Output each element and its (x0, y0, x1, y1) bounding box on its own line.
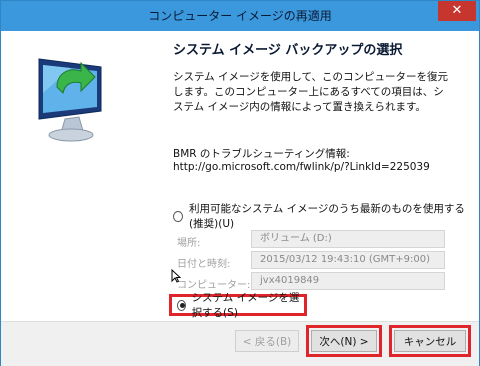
computer-field: jvx4019849 (251, 272, 445, 290)
system-image-restore-icon (38, 58, 102, 142)
close-button[interactable]: ✕ (438, 1, 476, 21)
page-description: システム イメージを使用して、このコンピューターを復元します。このコンピューター… (173, 71, 448, 113)
location-label: 場所: (177, 238, 201, 249)
datetime-label: 日付と時刻: (177, 259, 231, 270)
use-latest-image-label: 利用可能なシステム イメージのうち最新のものを使用する (推奨)(U) (189, 203, 465, 230)
restore-wizard-window: コンピューター イメージの再適用 ✕ システム イメージ バックアップの選択 シ… (0, 0, 480, 366)
radio-unselected[interactable] (173, 210, 184, 222)
window-title: コンピューター イメージの再適用 (148, 9, 332, 23)
use-latest-image-option[interactable]: 利用可能なシステム イメージのうち最新のものを使用する (推奨)(U) (173, 201, 479, 231)
next-button-highlight (306, 325, 382, 357)
bmr-label: BMR のトラブルシューティング情報: (173, 148, 350, 160)
computer-label: コンピューター: (177, 280, 251, 291)
datetime-field: 2015/03/12 19:43:10 (GMT+9:00) (251, 251, 445, 269)
back-button[interactable]: < 戻る(B) (235, 330, 299, 352)
bmr-url: http://go.microsoft.com/fwlink/p/?LinkId… (173, 161, 430, 173)
radio-selected[interactable] (177, 299, 186, 311)
title-bar[interactable]: コンピューター イメージの再適用 ✕ (1, 1, 479, 31)
page-heading: システム イメージ バックアップの選択 (173, 43, 403, 58)
mouse-cursor-icon (171, 269, 181, 283)
location-field: ボリューム (D:) (251, 230, 445, 248)
cancel-button-highlight (389, 325, 471, 357)
select-image-label: システム イメージを選択する(S) (191, 292, 300, 319)
select-image-option[interactable]: システム イメージを選択する(S) (169, 292, 307, 319)
